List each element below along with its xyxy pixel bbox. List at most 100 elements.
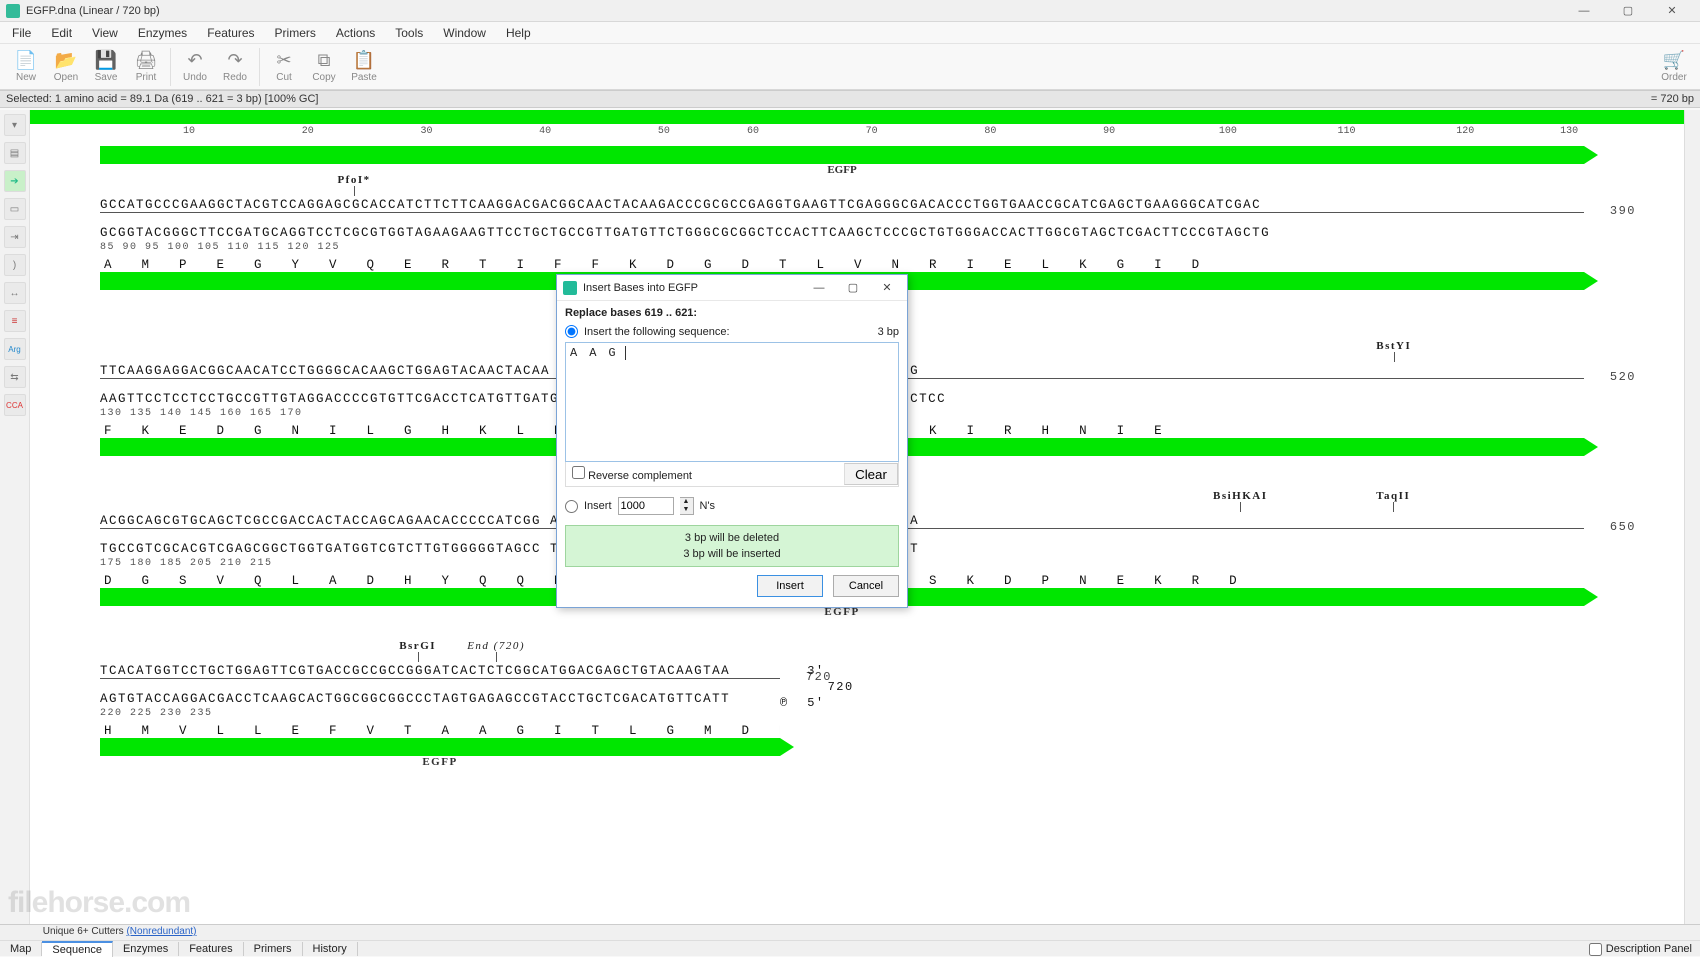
view-tabs: Map Sequence Enzymes Features Primers Hi…	[0, 941, 1700, 957]
menu-window[interactable]: Window	[433, 23, 496, 43]
rail-button[interactable]: ⇥	[4, 226, 26, 248]
rail-button[interactable]: Arg	[4, 338, 26, 360]
sequence-input[interactable]: A A G	[565, 342, 899, 462]
aa-ruler: 85 90 95 100 105 110 115 120 125	[100, 242, 1584, 258]
rail-button[interactable]: ≡	[4, 310, 26, 332]
insert-sequence-radio[interactable]	[565, 325, 578, 338]
menu-enzymes[interactable]: Enzymes	[128, 23, 197, 43]
tab-features[interactable]: Features	[179, 942, 243, 956]
tab-history[interactable]: History	[303, 942, 358, 956]
enzyme-annotation[interactable]: End (720)	[467, 640, 525, 652]
cutters-link[interactable]: (Nonredundant)	[126, 926, 196, 937]
tab-map[interactable]: Map	[0, 942, 42, 956]
cart-icon: 🛒	[1663, 50, 1685, 70]
undo-button[interactable]: ↶Undo	[175, 46, 215, 88]
rail-button[interactable]: CCA	[4, 394, 26, 416]
dialog-minimize-button[interactable]: —	[805, 279, 833, 297]
rail-button[interactable]: ▾	[4, 114, 26, 136]
insert-n-label: Insert	[584, 500, 612, 512]
clear-button[interactable]: Clear	[844, 463, 898, 485]
status-line: 3 bp will be inserted	[566, 546, 898, 562]
menu-file[interactable]: File	[2, 23, 41, 43]
minimize-button[interactable]: —	[1562, 0, 1606, 22]
aa-ruler: 220 225 230 235	[100, 708, 780, 724]
insert-n-radio[interactable]	[565, 500, 578, 513]
redo-button[interactable]: ↷Redo	[215, 46, 255, 88]
n-count-spinner[interactable]: ▲▼	[680, 497, 694, 515]
egfp-feature[interactable]: EGFP	[100, 146, 1584, 164]
menubar: File Edit View Enzymes Features Primers …	[0, 22, 1700, 44]
paste-button[interactable]: 📋Paste	[344, 46, 384, 88]
enzyme-annotation[interactable]: TaqII	[1376, 490, 1410, 502]
dialog-close-button[interactable]: ✕	[873, 279, 901, 297]
description-panel-toggle[interactable]: Description Panel	[1589, 943, 1692, 956]
enzyme-annotation[interactable]: BsiHKAI	[1213, 490, 1268, 502]
new-button[interactable]: 📄New	[6, 46, 46, 88]
dialog-titlebar[interactable]: Insert Bases into EGFP — ▢ ✕	[557, 275, 907, 301]
tab-enzymes[interactable]: Enzymes	[113, 942, 179, 956]
ruler-tick: 110	[1338, 126, 1356, 137]
dialog-title: Insert Bases into EGFP	[583, 282, 698, 294]
redo-icon: ↷	[224, 50, 246, 70]
menu-primers[interactable]: Primers	[265, 23, 326, 43]
aa-translation: H M V L L E F V T A A G I T L G M D E L …	[100, 724, 780, 738]
printer-icon: 🖨	[135, 50, 157, 70]
disk-icon: 💾	[95, 50, 117, 70]
menu-view[interactable]: View	[82, 23, 128, 43]
status-bar: Selected: 1 amino acid = 89.1 Da (619 ..…	[0, 90, 1700, 108]
rail-button[interactable]: ➔	[4, 170, 26, 192]
reverse-strand[interactable]: AGTGTACCAGGACGACCTCAAGCACTGGCGGCGGCCCTAG…	[100, 692, 780, 708]
enzyme-annotation[interactable]: BstYI	[1376, 340, 1411, 352]
open-button[interactable]: 📂Open	[46, 46, 86, 88]
order-button[interactable]: 🛒Order	[1654, 46, 1694, 88]
menu-edit[interactable]: Edit	[41, 23, 82, 43]
cut-button[interactable]: ✂Cut	[264, 46, 304, 88]
ruler-tick: 80	[984, 126, 996, 137]
menu-features[interactable]: Features	[197, 23, 264, 43]
enzyme-annotation[interactable]: PfoI*	[337, 174, 370, 186]
toolbar: 📄New 📂Open 💾Save 🖨Print ↶Undo ↷Redo ✂Cut…	[0, 44, 1700, 90]
sequence-block: BsrGIEnd (720)TCACATGGTCCTGCTGGAGTTCGTGA…	[100, 640, 780, 756]
feature-bar-top: EGFP	[100, 146, 1584, 164]
scissors-icon: ✂	[273, 50, 295, 70]
reverse-strand[interactable]: GCGGTACGGGCTTCCGATGCAGGTCCTCGCGTGGTAGAAG…	[100, 226, 1584, 242]
egfp-feature[interactable]: EGFP	[100, 738, 780, 756]
vertical-scrollbar[interactable]	[1684, 110, 1700, 924]
base-position: 520	[1610, 370, 1636, 384]
save-button[interactable]: 💾Save	[86, 46, 126, 88]
ruler-tick: 70	[866, 126, 878, 137]
dialog-heading: Replace bases 619 .. 621:	[565, 307, 697, 319]
insert-button[interactable]: Insert	[757, 575, 823, 597]
ruler-tick: 100	[1219, 126, 1237, 137]
overview-bar[interactable]	[30, 110, 1684, 124]
tab-primers[interactable]: Primers	[244, 942, 303, 956]
dialog-maximize-button[interactable]: ▢	[839, 279, 867, 297]
cancel-button[interactable]: Cancel	[833, 575, 899, 597]
dialog-icon	[563, 281, 577, 295]
insert-bases-dialog: Insert Bases into EGFP — ▢ ✕ Replace bas…	[556, 274, 908, 608]
maximize-button[interactable]: ▢	[1606, 0, 1650, 22]
rail-button[interactable]: ⇆	[4, 366, 26, 388]
menu-help[interactable]: Help	[496, 23, 541, 43]
tab-sequence[interactable]: Sequence	[42, 941, 113, 957]
rail-button[interactable]: ▤	[4, 142, 26, 164]
copy-button[interactable]: ⧉Copy	[304, 46, 344, 88]
n-count-input[interactable]	[618, 497, 674, 515]
watermark: filehorse.com	[8, 886, 190, 920]
base-position: 650	[1610, 520, 1636, 534]
aa-translation: A M P E G Y V Q E R T I F F K D G D T L …	[100, 258, 1584, 272]
ruler-tick: 30	[420, 126, 432, 137]
print-button[interactable]: 🖨Print	[126, 46, 166, 88]
enzyme-annotation[interactable]: BsrGI	[399, 640, 436, 652]
close-button[interactable]: ✕	[1650, 0, 1694, 22]
menu-tools[interactable]: Tools	[385, 23, 433, 43]
reverse-complement-checkbox[interactable]	[572, 466, 585, 479]
description-panel-checkbox[interactable]	[1589, 943, 1602, 956]
rail-button[interactable]: )	[4, 254, 26, 276]
sequence-block: PfoI*GCCATGCCCGAAGGCTACGTCCAGGAGCGCACCAT…	[100, 174, 1584, 290]
ruler-tick: 10	[183, 126, 195, 137]
menu-actions[interactable]: Actions	[326, 23, 385, 43]
app-icon	[6, 4, 20, 18]
rail-button[interactable]: ▭	[4, 198, 26, 220]
rail-button[interactable]: ↔	[4, 282, 26, 304]
